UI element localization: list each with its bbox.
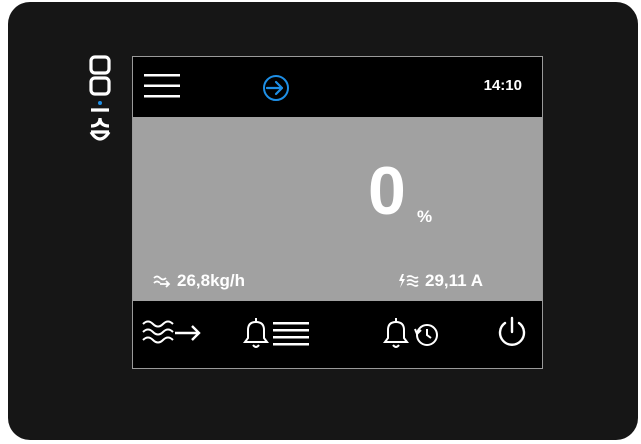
clock-time: 14:10 [483, 77, 522, 94]
steam-flow-icon [153, 275, 171, 288]
top-bar: 14:10 [133, 57, 542, 117]
evco-logo [89, 55, 111, 141]
controller-device: 14:10 0 % 26,8kg/h 29,11 A [8, 2, 638, 440]
steam-flow-readout: 26,8kg/h [153, 271, 245, 291]
main-status-panel: 0 % 26,8kg/h 29,11 A [133, 117, 542, 301]
power-icon[interactable] [495, 315, 529, 351]
alarm-history-icon[interactable] [381, 315, 445, 351]
alarm-list-icon[interactable] [241, 315, 313, 351]
hamburger-menu-icon[interactable] [144, 71, 180, 101]
current-readout: 29,11 A [397, 271, 483, 291]
bottom-bar [133, 301, 542, 368]
login-arrow-icon[interactable] [260, 72, 292, 104]
current-value: 29,11 A [425, 271, 483, 290]
production-unit: % [417, 207, 433, 226]
production-value: 0 [368, 153, 406, 229]
display-screen: 14:10 0 % 26,8kg/h 29,11 A [132, 56, 543, 369]
electric-current-icon [399, 274, 419, 288]
steam-output-icon[interactable] [141, 315, 203, 351]
steam-flow-value: 26,8kg/h [177, 271, 246, 290]
